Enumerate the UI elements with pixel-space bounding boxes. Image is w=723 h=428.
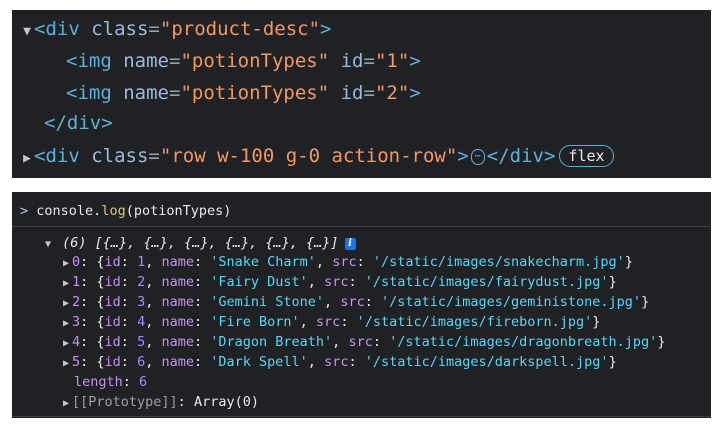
item-name: 'Fairy Dust'	[210, 274, 308, 290]
collapsed-triangle-icon[interactable]: ▶	[60, 394, 72, 414]
array-item[interactable]: ▶ 4: {id: 5, name: 'Dragon Breath', src: …	[60, 332, 665, 352]
item-index: 5	[72, 354, 81, 370]
array-item[interactable]: ▶ 5: {id: 6, name: 'Dark Spell', src: '/s…	[60, 352, 617, 372]
flex-badge[interactable]: flex	[559, 145, 614, 167]
attr-name: name	[123, 50, 169, 72]
item-id: 2	[137, 274, 146, 290]
dom-node-div-close[interactable]: </div>	[44, 110, 113, 136]
divider	[12, 226, 711, 227]
item-id: 1	[137, 254, 146, 270]
tag-close: >	[409, 82, 421, 104]
prototype-key: [[Prototype]]	[72, 394, 178, 410]
dom-node-action-row[interactable]: ▶ <div class="row w-100 g-0 action-row"> ⋯…	[20, 143, 614, 169]
item-index: 1	[72, 274, 81, 290]
tag-name: <div	[34, 18, 80, 40]
item-id: 3	[137, 294, 146, 310]
collapsed-triangle-icon[interactable]: ▶	[20, 146, 34, 172]
attr-name: class	[91, 18, 149, 40]
code-args: (potionTypes)	[125, 203, 232, 219]
item-src: '/static/images/geministone.jpg'	[380, 294, 642, 310]
code-object: console.	[36, 203, 102, 219]
expanded-triangle-icon[interactable]: ▼	[42, 235, 54, 255]
item-src: '/static/images/fireborn.jpg'	[356, 314, 593, 330]
collapsed-triangle-icon[interactable]: ▶	[60, 354, 72, 374]
array-item[interactable]: ▶ 0: {id: 1, name: 'Snake Charm', src: '/…	[60, 252, 633, 272]
item-name: 'Gemini Stone'	[210, 294, 325, 310]
item-src: '/static/images/darkspell.jpg'	[364, 354, 609, 370]
console-input-line: > console.log(potionTypes)	[20, 201, 231, 221]
dom-node-img-1[interactable]: <img name="potionTypes" id="1">	[66, 48, 421, 74]
array-count: (6)	[62, 235, 87, 251]
item-index: 3	[72, 314, 81, 330]
collapsed-triangle-icon[interactable]: ▶	[60, 254, 72, 274]
item-name: 'Dark Spell'	[210, 354, 308, 370]
array-length: length: 6	[74, 374, 148, 390]
collapsed-triangle-icon[interactable]: ▶	[60, 334, 72, 354]
item-id: 4	[137, 314, 146, 330]
chevron-right-icon: >	[20, 203, 29, 219]
attr-value: "potionTypes"	[180, 50, 330, 72]
expanded-triangle-icon[interactable]: ▼	[20, 19, 34, 45]
item-name: 'Snake Charm'	[210, 254, 316, 270]
tag-name: <img	[66, 50, 112, 72]
info-icon[interactable]: i	[344, 238, 356, 250]
collapsed-triangle-icon[interactable]: ▶	[60, 314, 72, 334]
dom-node-product-desc[interactable]: ▼ <div class="product-desc">	[20, 16, 331, 42]
item-id: 5	[137, 334, 146, 350]
console-panel: > console.log(potionTypes) ▼ (6) [{…}, {…	[12, 192, 711, 418]
attr-name: class	[91, 145, 149, 167]
closing-tag: </div>	[486, 145, 556, 167]
collapsed-triangle-icon[interactable]: ▶	[60, 294, 72, 314]
attr-value: "product-desc"	[159, 18, 321, 40]
tag-name: <img	[66, 82, 112, 104]
expand-ellipsis-button[interactable]: ⋯	[470, 149, 485, 165]
attr-value: "1"	[374, 50, 410, 72]
attr-value: "2"	[374, 82, 410, 104]
tag-close: >	[457, 145, 469, 167]
tag-close: >	[320, 18, 332, 40]
attr-value: "potionTypes"	[180, 82, 330, 104]
item-src: '/static/images/dragonbreath.jpg'	[389, 334, 658, 350]
item-src: '/static/images/snakecharm.jpg'	[372, 254, 625, 270]
item-index: 2	[72, 294, 81, 310]
code-method: log	[101, 203, 126, 219]
tag-close: >	[409, 50, 421, 72]
closing-tag: </div>	[44, 112, 113, 134]
item-index: 4	[72, 334, 81, 350]
attr-name: id	[340, 50, 364, 72]
item-id: 6	[137, 354, 146, 370]
dom-node-img-2[interactable]: <img name="potionTypes" id="2">	[66, 80, 421, 106]
divider	[12, 416, 711, 417]
array-prototype[interactable]: ▶ [[Prototype]]: Array(0)	[60, 392, 259, 412]
tag-name: <div	[34, 145, 80, 167]
attr-name: name	[123, 82, 169, 104]
item-index: 0	[72, 254, 81, 270]
attr-value: "row w-100 g-0 action-row"	[159, 145, 458, 167]
array-item[interactable]: ▶ 1: {id: 2, name: 'Fairy Dust', src: '/s…	[60, 272, 617, 292]
array-item[interactable]: ▶ 2: {id: 3, name: 'Gemini Stone', src: '…	[60, 292, 649, 312]
elements-panel: ▼ <div class="product-desc"> <img name="p…	[12, 10, 711, 178]
item-name: 'Dragon Breath'	[210, 334, 333, 350]
item-src: '/static/images/fairydust.jpg'	[364, 274, 609, 290]
array-item[interactable]: ▶ 3: {id: 4, name: 'Fire Born', src: '/st…	[60, 312, 600, 332]
prototype-value: Array(0)	[193, 394, 259, 410]
length-key: length	[74, 374, 123, 390]
attr-name: id	[340, 82, 364, 104]
collapsed-triangle-icon[interactable]: ▶	[60, 274, 72, 294]
array-summary[interactable]: ▼ (6) [{…}, {…}, {…}, {…}, {…}, {…}] i	[42, 233, 356, 253]
length-value: 6	[139, 374, 148, 390]
item-name: 'Fire Born'	[210, 314, 300, 330]
array-preview: [{…}, {…}, {…}, {…}, {…}, {…}]	[94, 235, 339, 251]
